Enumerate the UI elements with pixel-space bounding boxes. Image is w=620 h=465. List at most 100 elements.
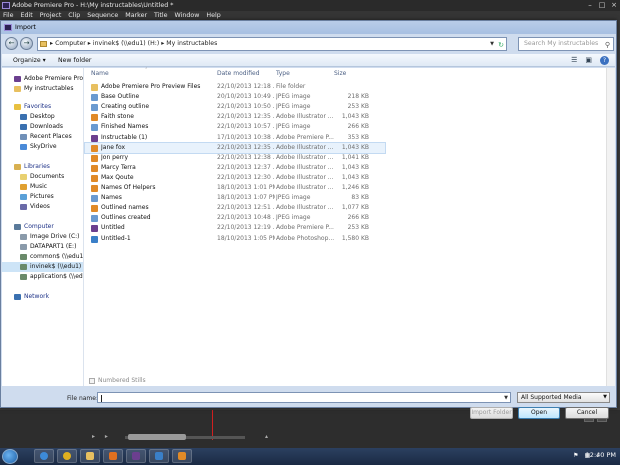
- address-bar[interactable]: ▸ Computer ▸ invinek$ (\\edu1) (H:) ▸ My…: [37, 37, 507, 51]
- search-input[interactable]: Search My instructables ⚲: [518, 37, 614, 51]
- nav-item-my-instructables[interactable]: My instructables: [2, 84, 83, 94]
- nav-item-favorites[interactable]: Favorites: [2, 102, 83, 112]
- vertical-scrollbar[interactable]: [606, 68, 615, 386]
- file-row[interactable]: Creating outline 22/10/2013 10:50 ... JPEG…: [85, 102, 385, 112]
- nav-item-recent-places[interactable]: Recent Places: [2, 132, 83, 142]
- file-row[interactable]: Marcy Terra 22/10/2013 12:37 ... Adobe Ill…: [85, 163, 385, 173]
- nav-item-application-edu[interactable]: application$ (\\edu: [2, 272, 83, 282]
- network-drive-icon: [20, 254, 27, 260]
- forward-button[interactable]: →: [20, 37, 33, 50]
- menu-item-edit[interactable]: Edit: [21, 11, 33, 20]
- maximize-icon[interactable]: □: [596, 0, 608, 11]
- file-type: JPEG image: [276, 194, 311, 202]
- taskbar-premiere-icon[interactable]: [126, 449, 146, 463]
- nav-item-datapart1-e[interactable]: DATAPART1 (E:): [2, 242, 83, 252]
- organize-button[interactable]: Organize ▾: [13, 54, 46, 67]
- nav-item-label: Favorites: [24, 103, 52, 110]
- chevron-down-icon[interactable]: ▼: [504, 393, 508, 403]
- start-button[interactable]: [2, 449, 18, 464]
- column-size[interactable]: Size: [334, 68, 346, 80]
- menu-item-help[interactable]: Help: [206, 11, 220, 20]
- chevron-down-icon[interactable]: ▼: [490, 38, 494, 50]
- numbered-stills-checkbox[interactable]: [89, 377, 95, 384]
- numbered-stills-option[interactable]: Numbered Stills: [89, 377, 146, 384]
- nav-item-network[interactable]: Network: [2, 292, 83, 302]
- file-row[interactable]: Untitled 22/10/2013 12:19 ... Adobe Premie…: [85, 223, 385, 233]
- file-row[interactable]: Names Of Helpers 18/10/2013 1:01 PM Adobe …: [85, 183, 385, 193]
- taskbar-chrome-icon[interactable]: [57, 449, 77, 463]
- menu-item-clip[interactable]: Clip: [68, 11, 80, 20]
- file-type: Adobe Photoshop...: [276, 234, 334, 242]
- menu-item-project[interactable]: Project: [40, 11, 62, 20]
- taskbar-media-icon[interactable]: [103, 449, 123, 463]
- nav-item-pictures[interactable]: Pictures: [2, 192, 83, 202]
- nav-item-invinek-edu1-h[interactable]: invinek$ (\\edu1) (H:): [2, 262, 83, 272]
- close-icon[interactable]: ×: [608, 0, 620, 11]
- view-options-icon[interactable]: ☰: [571, 54, 577, 67]
- column-name[interactable]: Name: [91, 68, 109, 80]
- preview-pane-icon[interactable]: ▣: [585, 54, 592, 67]
- file-row[interactable]: Jane fox 22/10/2013 12:35 ... Adobe Illust…: [84, 141, 386, 154]
- nav-item-adobe-premiere-pro-c[interactable]: Adobe Premiere Pro C: [2, 74, 83, 84]
- tray-flag-icon[interactable]: ⚑: [573, 452, 578, 459]
- breadcrumb-item[interactable]: Computer: [55, 40, 86, 47]
- cancel-button[interactable]: Cancel: [565, 407, 609, 419]
- file-row[interactable]: Faith stone 22/10/2013 12:35 ... Adobe Ill…: [85, 112, 385, 122]
- file-row[interactable]: Outlined names 22/10/2013 12:51 ... Adobe …: [85, 203, 385, 213]
- taskbar-clock[interactable]: 12:40 PM: [586, 451, 616, 459]
- taskbar-explorer-icon[interactable]: [80, 449, 100, 463]
- taskbar-illustrator-icon[interactable]: [172, 449, 192, 463]
- dialog-title-bar[interactable]: Import: [1, 21, 616, 34]
- menu-item-title[interactable]: Title: [154, 11, 168, 20]
- nav-item-videos[interactable]: Videos: [2, 202, 83, 212]
- file-type-value: All Supported Media: [521, 394, 582, 401]
- breadcrumb-item[interactable]: My instructables: [166, 40, 217, 47]
- nav-item-desktop[interactable]: Desktop: [2, 112, 83, 122]
- file-row[interactable]: Finished Names 22/10/2013 10:57 ... JPEG i…: [85, 122, 385, 132]
- nav-item-libraries[interactable]: Libraries: [2, 162, 83, 172]
- psd-file-icon: [91, 235, 98, 243]
- menu-item-marker[interactable]: Marker: [125, 11, 147, 20]
- file-row[interactable]: Max Qoute 22/10/2013 12:30 ... Adobe Illus…: [85, 173, 385, 183]
- help-icon[interactable]: ?: [600, 56, 609, 65]
- file-row[interactable]: Outlines created 22/10/2013 10:48 ... JPEG…: [85, 213, 385, 223]
- file-row[interactable]: Names 18/10/2013 1:07 PM JPEG image 83 KB: [85, 193, 385, 203]
- file-row[interactable]: Jon perry 22/10/2013 12:38 ... Adobe Illus…: [85, 153, 385, 163]
- taskbar-ie-icon[interactable]: [34, 449, 54, 463]
- nav-item-music[interactable]: Music: [2, 182, 83, 192]
- refresh-icon[interactable]: ↻: [498, 39, 504, 51]
- column-date-modified[interactable]: Date modified: [217, 68, 260, 80]
- menu-item-file[interactable]: File: [3, 11, 14, 20]
- menu-item-sequence[interactable]: Sequence: [87, 11, 118, 20]
- nav-item-image-drive-c[interactable]: Image Drive (C:): [2, 232, 83, 242]
- file-row[interactable]: Untitled-1 18/10/2013 1:05 PM Adobe Photos…: [85, 234, 385, 244]
- file-date-modified: 22/10/2013 12:51 ...: [217, 204, 275, 212]
- open-button[interactable]: Open: [518, 407, 560, 419]
- column-type[interactable]: Type: [276, 68, 290, 80]
- desktop-icon: [20, 114, 27, 120]
- nav-item-skydrive[interactable]: SkyDrive: [2, 142, 83, 152]
- file-name-input[interactable]: ▼: [97, 392, 511, 403]
- file-size: 353 KB: [347, 133, 369, 141]
- taskbar-photoshop-icon[interactable]: [149, 449, 169, 463]
- nav-item-common-edu1[interactable]: common$ (\\edu1): [2, 252, 83, 262]
- back-button[interactable]: ←: [5, 37, 18, 50]
- file-row[interactable]: Adobe Premiere Pro Preview Files 22/10/20…: [85, 82, 385, 92]
- breadcrumb-separator-icon[interactable]: ▸: [86, 40, 93, 47]
- nav-item-downloads[interactable]: Downloads: [2, 122, 83, 132]
- file-type-select[interactable]: All Supported Media ▼: [517, 392, 610, 403]
- menu-item-window[interactable]: Window: [175, 11, 200, 20]
- import-folder-button[interactable]: Import Folder: [470, 407, 513, 419]
- ai-file-icon: [91, 114, 98, 122]
- folder-icon: [40, 41, 47, 47]
- minimize-icon[interactable]: –: [584, 0, 596, 11]
- timeline-zoom-handle[interactable]: [128, 434, 186, 440]
- file-type: Adobe Premiere P...: [276, 133, 334, 141]
- file-row[interactable]: Base Outline 20/10/2013 10:49 ... JPEG ima…: [85, 92, 385, 102]
- new-folder-button[interactable]: New folder: [58, 54, 91, 67]
- file-row[interactable]: Instructable (1) 17/10/2013 10:38 ... Adob…: [85, 133, 385, 143]
- nav-item-documents[interactable]: Documents: [2, 172, 83, 182]
- nav-item-computer[interactable]: Computer: [2, 222, 83, 232]
- breadcrumb-item[interactable]: invinek$ (\\edu1) (H:): [93, 40, 159, 47]
- jpeg-file-icon: [91, 195, 98, 203]
